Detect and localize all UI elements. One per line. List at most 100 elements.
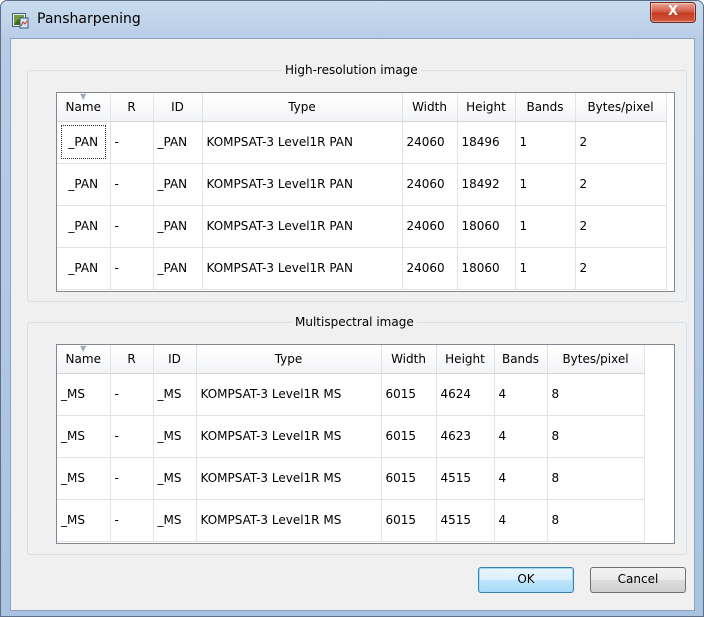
column-header-id[interactable]: ID [153, 93, 203, 122]
window-title: Pansharpening [37, 11, 141, 27]
high-resolution-table[interactable]: ▼ Name R ID Type Width Height Bands Bytes… [56, 92, 675, 292]
multispectral-table[interactable]: ▼ Name R ID Type Width Height Bands Bytes… [56, 344, 675, 544]
cell-height: 4623 [436, 415, 495, 458]
cell-id: _MS [153, 373, 197, 416]
column-header-r[interactable]: R [110, 93, 154, 122]
table-row[interactable]: _PAN - _PAN KOMPSAT-3 Level1R PAN 24060 … [57, 205, 667, 248]
sort-indicator-icon: ▼ [80, 344, 87, 353]
table-row[interactable]: _MS - _MS KOMPSAT-3 Level1R MS 6015 4623… [57, 415, 645, 458]
cell-bands: 1 [515, 163, 576, 206]
cell-bytes-per-pixel: 8 [547, 457, 645, 500]
column-header-height[interactable]: Height [436, 345, 495, 374]
column-header-width[interactable]: Width [402, 93, 458, 122]
cell-bytes-per-pixel: 2 [575, 121, 667, 164]
cell-type: KOMPSAT-3 Level1R MS [196, 499, 382, 542]
sort-indicator-icon: ▼ [80, 92, 87, 101]
cell-height: 4624 [436, 373, 495, 416]
cell-r: - [110, 499, 154, 542]
cell-id: _PAN [153, 247, 203, 290]
cell-bands: 1 [515, 205, 576, 248]
cell-bands: 4 [494, 457, 548, 500]
cell-bytes-per-pixel: 2 [575, 163, 667, 206]
column-header-name[interactable]: ▼ Name [57, 344, 111, 374]
table-row[interactable]: _MS - _MS KOMPSAT-3 Level1R MS 6015 4515… [57, 457, 645, 500]
cell-r: - [110, 415, 154, 458]
app-icon [12, 13, 29, 29]
cell-name[interactable]: _MS [57, 457, 111, 500]
cell-id: _PAN [153, 163, 203, 206]
cell-id: _PAN [153, 205, 203, 248]
cell-height: 18060 [457, 247, 516, 290]
cell-height: 18060 [457, 205, 516, 248]
cell-r: - [110, 247, 154, 290]
cell-name[interactable]: _MS [57, 373, 111, 416]
cell-r: - [110, 457, 154, 500]
cell-type: KOMPSAT-3 Level1R MS [196, 415, 382, 458]
cell-width: 24060 [402, 247, 458, 290]
cell-bytes-per-pixel: 8 [547, 373, 645, 416]
column-header-name[interactable]: ▼ Name [57, 92, 111, 122]
cell-name[interactable]: _PAN [57, 121, 111, 164]
table-row[interactable]: _PAN - _PAN KOMPSAT-3 Level1R PAN 24060 … [57, 247, 667, 290]
cell-name[interactable]: _PAN [57, 247, 111, 290]
cell-bands: 4 [494, 415, 548, 458]
column-header-bytes-per-pixel[interactable]: Bytes/pixel [547, 345, 645, 374]
table-row[interactable]: _PAN - _PAN KOMPSAT-3 Level1R PAN 24060 … [57, 163, 667, 206]
column-header-bands[interactable]: Bands [515, 93, 576, 122]
cell-name[interactable]: _PAN [57, 205, 111, 248]
ok-button[interactable]: OK [478, 567, 574, 593]
multispectral-header-row: ▼ Name R ID Type Width Height Bands Bytes… [57, 344, 645, 374]
cell-height: 4515 [436, 499, 495, 542]
cell-bytes-per-pixel: 2 [575, 205, 667, 248]
cell-r: - [110, 121, 154, 164]
high-resolution-group-title: High-resolution image [282, 63, 421, 77]
table-row[interactable]: _MS - _MS KOMPSAT-3 Level1R MS 6015 4624… [57, 373, 645, 416]
cell-id: _MS [153, 415, 197, 458]
cell-height: 18496 [457, 121, 516, 164]
column-header-r[interactable]: R [110, 345, 154, 374]
cell-r: - [110, 205, 154, 248]
cell-bands: 1 [515, 247, 576, 290]
cell-width: 24060 [402, 121, 458, 164]
cell-height: 18492 [457, 163, 516, 206]
cell-width: 6015 [381, 499, 437, 542]
cell-id: _PAN [153, 121, 203, 164]
cell-type: KOMPSAT-3 Level1R PAN [202, 247, 403, 290]
cell-name[interactable]: _MS [57, 415, 111, 458]
cell-bytes-per-pixel: 8 [547, 415, 645, 458]
cell-id: _MS [153, 499, 197, 542]
cell-width: 6015 [381, 457, 437, 500]
cell-name[interactable]: _PAN [57, 163, 111, 206]
cell-id: _MS [153, 457, 197, 500]
column-header-bands[interactable]: Bands [494, 345, 548, 374]
column-header-id[interactable]: ID [153, 345, 197, 374]
cell-width: 24060 [402, 205, 458, 248]
cell-r: - [110, 163, 154, 206]
cell-type: KOMPSAT-3 Level1R MS [196, 457, 382, 500]
column-header-type[interactable]: Type [202, 93, 403, 122]
cell-type: KOMPSAT-3 Level1R MS [196, 373, 382, 416]
cell-bands: 4 [494, 499, 548, 542]
table-row[interactable]: _PAN - _PAN KOMPSAT-3 Level1R PAN 24060 … [57, 121, 667, 164]
column-header-height[interactable]: Height [457, 93, 516, 122]
column-header-type[interactable]: Type [196, 345, 382, 374]
cell-bytes-per-pixel: 8 [547, 499, 645, 542]
cell-type: KOMPSAT-3 Level1R PAN [202, 163, 403, 206]
table-row[interactable]: _MS - _MS KOMPSAT-3 Level1R MS 6015 4515… [57, 499, 645, 542]
cell-type: KOMPSAT-3 Level1R PAN [202, 205, 403, 248]
cancel-button[interactable]: Cancel [590, 567, 686, 593]
cell-width: 24060 [402, 163, 458, 206]
column-header-bytes-per-pixel[interactable]: Bytes/pixel [575, 93, 667, 122]
high-resolution-header-row: ▼ Name R ID Type Width Height Bands Bytes… [57, 92, 667, 122]
cell-bands: 1 [515, 121, 576, 164]
cell-width: 6015 [381, 373, 437, 416]
close-button[interactable]: X [650, 2, 696, 23]
cell-bytes-per-pixel: 2 [575, 247, 667, 290]
column-header-width[interactable]: Width [381, 345, 437, 374]
cell-height: 4515 [436, 457, 495, 500]
title-bar[interactable]: Pansharpening X [1, 1, 703, 39]
multispectral-group-title: Multispectral image [292, 315, 417, 329]
cell-name[interactable]: _MS [57, 499, 111, 542]
cell-type: KOMPSAT-3 Level1R PAN [202, 121, 403, 164]
cell-bands: 4 [494, 373, 548, 416]
